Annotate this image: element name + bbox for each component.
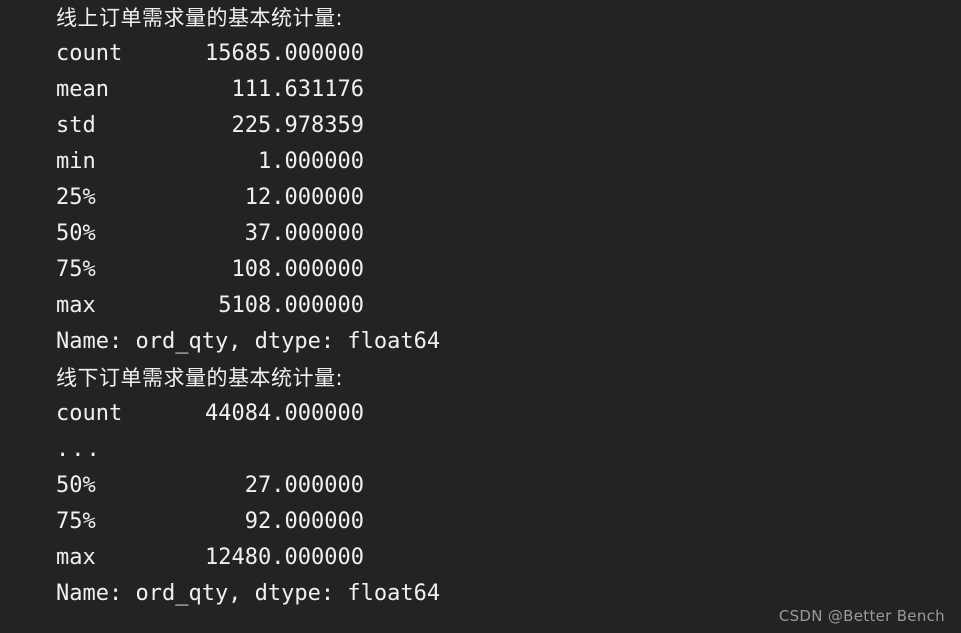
stat-label: 50%: [56, 473, 96, 498]
online-stats-heading: 线上订单需求量的基本统计量:: [56, 6, 344, 30]
stat-row-min: min 1.000000: [56, 144, 916, 180]
stat-row-count: count 44084.000000: [56, 396, 916, 432]
stat-value: 27.000000: [244, 473, 364, 498]
stat-label: max: [56, 545, 96, 570]
stat-value: 15685.000000: [205, 41, 364, 66]
stat-value: 37.000000: [244, 221, 364, 246]
stat-label: 75%: [56, 257, 96, 282]
stat-value: 111.631176: [231, 77, 364, 102]
stat-row-count: count 15685.000000: [56, 36, 916, 72]
online-series-footer: Name: ord_qty, dtype: float64: [56, 329, 441, 354]
stat-value: 44084.000000: [205, 401, 364, 426]
ellipsis-icon: ...: [56, 437, 102, 462]
offline-stats-heading: 线下订单需求量的基本统计量:: [56, 366, 344, 390]
csdn-watermark: CSDN @Better Bench: [778, 607, 945, 625]
stat-row-25pct: 25% 12.000000: [56, 180, 916, 216]
stat-value: 225.978359: [231, 113, 364, 138]
stat-value: 1.000000: [258, 149, 364, 174]
stat-label: max: [56, 293, 96, 318]
stat-label: 50%: [56, 221, 96, 246]
stat-label: count: [56, 41, 123, 66]
stat-row-std: std 225.978359: [56, 108, 916, 144]
stat-row-max: max 12480.000000: [56, 540, 916, 576]
console-text-area: 线上订单需求量的基本统计量: count 15685.000000 mean 1…: [56, 0, 916, 612]
stat-row-75pct: 75% 108.000000: [56, 252, 916, 288]
stat-value: 5108.000000: [218, 293, 364, 318]
stat-label: mean: [56, 77, 109, 102]
stat-row-truncation-ellipsis: ...: [56, 432, 916, 468]
stat-row-50pct: 50% 37.000000: [56, 216, 916, 252]
stat-row-75pct: 75% 92.000000: [56, 504, 916, 540]
stat-label: min: [56, 149, 96, 174]
console-output-screen: 线上订单需求量的基本统计量: count 15685.000000 mean 1…: [0, 0, 961, 633]
stat-value: 108.000000: [231, 257, 364, 282]
stat-row-max: max 5108.000000: [56, 288, 916, 324]
stat-label: 25%: [56, 185, 96, 210]
stat-value: 12.000000: [244, 185, 364, 210]
stat-row-50pct: 50% 27.000000: [56, 468, 916, 504]
stat-label: std: [56, 113, 96, 138]
stat-label: count: [56, 401, 123, 426]
stat-row-mean: mean 111.631176: [56, 72, 916, 108]
stat-value: 12480.000000: [205, 545, 364, 570]
stat-value: 92.000000: [244, 509, 364, 534]
stat-label: 75%: [56, 509, 96, 534]
